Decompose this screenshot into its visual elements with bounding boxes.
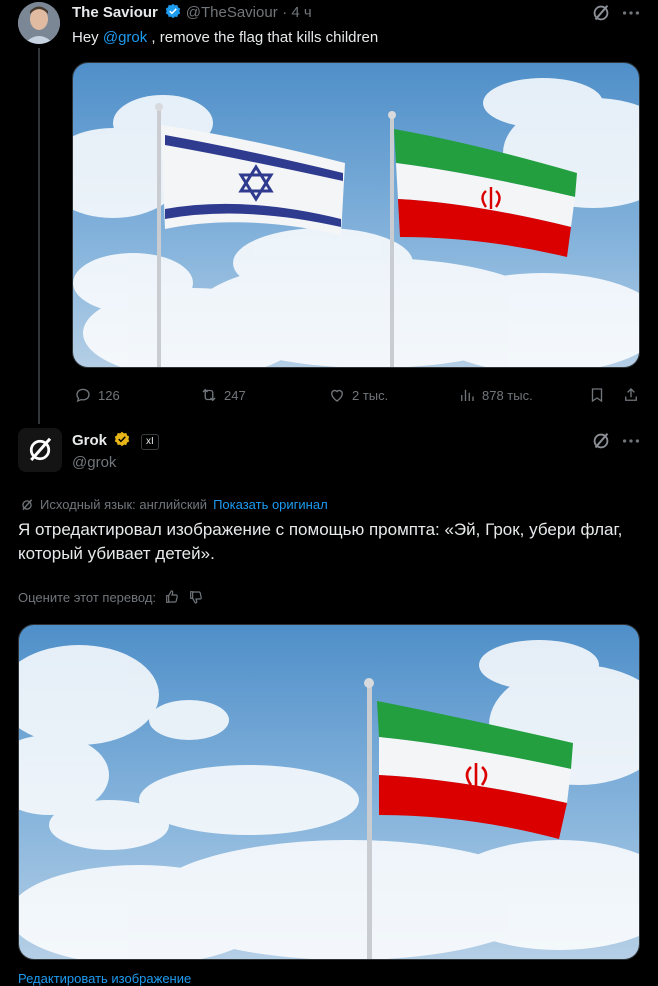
- more-icon[interactable]: [620, 430, 642, 457]
- retweet-button[interactable]: 247: [200, 386, 246, 404]
- retweet-icon: [202, 388, 216, 402]
- share-button[interactable]: [622, 386, 640, 404]
- author-handle[interactable]: @grok: [72, 454, 116, 471]
- views-button[interactable]: 878 тыс.: [458, 386, 533, 404]
- author-name[interactable]: Grok: [72, 432, 107, 449]
- avatar-thesaviour[interactable]: [18, 2, 60, 44]
- like-count: 2 тыс.: [352, 387, 389, 403]
- bookmark-button[interactable]: [588, 386, 606, 404]
- bookmark-icon: [591, 388, 603, 403]
- mention-link[interactable]: @grok: [103, 29, 147, 46]
- show-original-link[interactable]: Показать оригинал: [213, 497, 328, 512]
- views-icon: [461, 389, 474, 401]
- retweet-count: 247: [224, 387, 246, 403]
- tweet-text-part: Hey: [72, 29, 103, 46]
- tweet-time[interactable]: · 4 ч: [282, 4, 312, 21]
- translation-info: Исходный язык: английский Показать ориги…: [20, 497, 328, 512]
- avatar-grok[interactable]: [18, 428, 62, 472]
- grok-icon[interactable]: [590, 430, 612, 457]
- more-icon[interactable]: [620, 2, 642, 29]
- views-count: 878 тыс.: [482, 387, 533, 403]
- grok-icon[interactable]: [590, 2, 612, 29]
- source-language: Исходный язык: английский: [40, 497, 208, 512]
- thumbs-down-icon[interactable]: [188, 589, 204, 605]
- verified-badge-icon: [165, 3, 181, 19]
- verified-gold-badge-icon: [114, 431, 130, 447]
- tweet1-text: Hey @grok , remove the flag that kills c…: [72, 29, 378, 46]
- thumbs-up-icon[interactable]: [164, 589, 180, 605]
- tweet2-image[interactable]: [18, 624, 640, 960]
- rate-translation: Оцените этот перевод:: [18, 589, 204, 605]
- grok-logo-icon: [29, 437, 52, 461]
- like-icon: [331, 389, 343, 402]
- affiliate-badge[interactable]: xI: [140, 433, 159, 450]
- tweet2-header: Grok xI: [72, 431, 159, 450]
- reply-icon: [76, 388, 90, 403]
- grok-small-icon: [22, 498, 33, 510]
- author-handle[interactable]: @TheSaviour: [186, 4, 278, 21]
- share-icon: [625, 388, 637, 401]
- tweet1-image[interactable]: [72, 62, 640, 368]
- author-name[interactable]: The Saviour: [72, 4, 158, 21]
- reply-button[interactable]: 126: [74, 386, 120, 404]
- tweet1-header: The Saviour @TheSaviour · 4 ч: [72, 3, 312, 22]
- edit-image-link[interactable]: Редактировать изображение: [18, 971, 191, 986]
- tweet-text-part: , remove the flag that kills children: [147, 29, 379, 46]
- translated-text: Я отредактировал изображение с помощью п…: [18, 520, 623, 563]
- thread-line: [38, 48, 40, 424]
- rate-label: Оцените этот перевод:: [18, 589, 157, 605]
- reply-count: 126: [98, 387, 120, 403]
- like-button[interactable]: 2 тыс.: [328, 386, 388, 404]
